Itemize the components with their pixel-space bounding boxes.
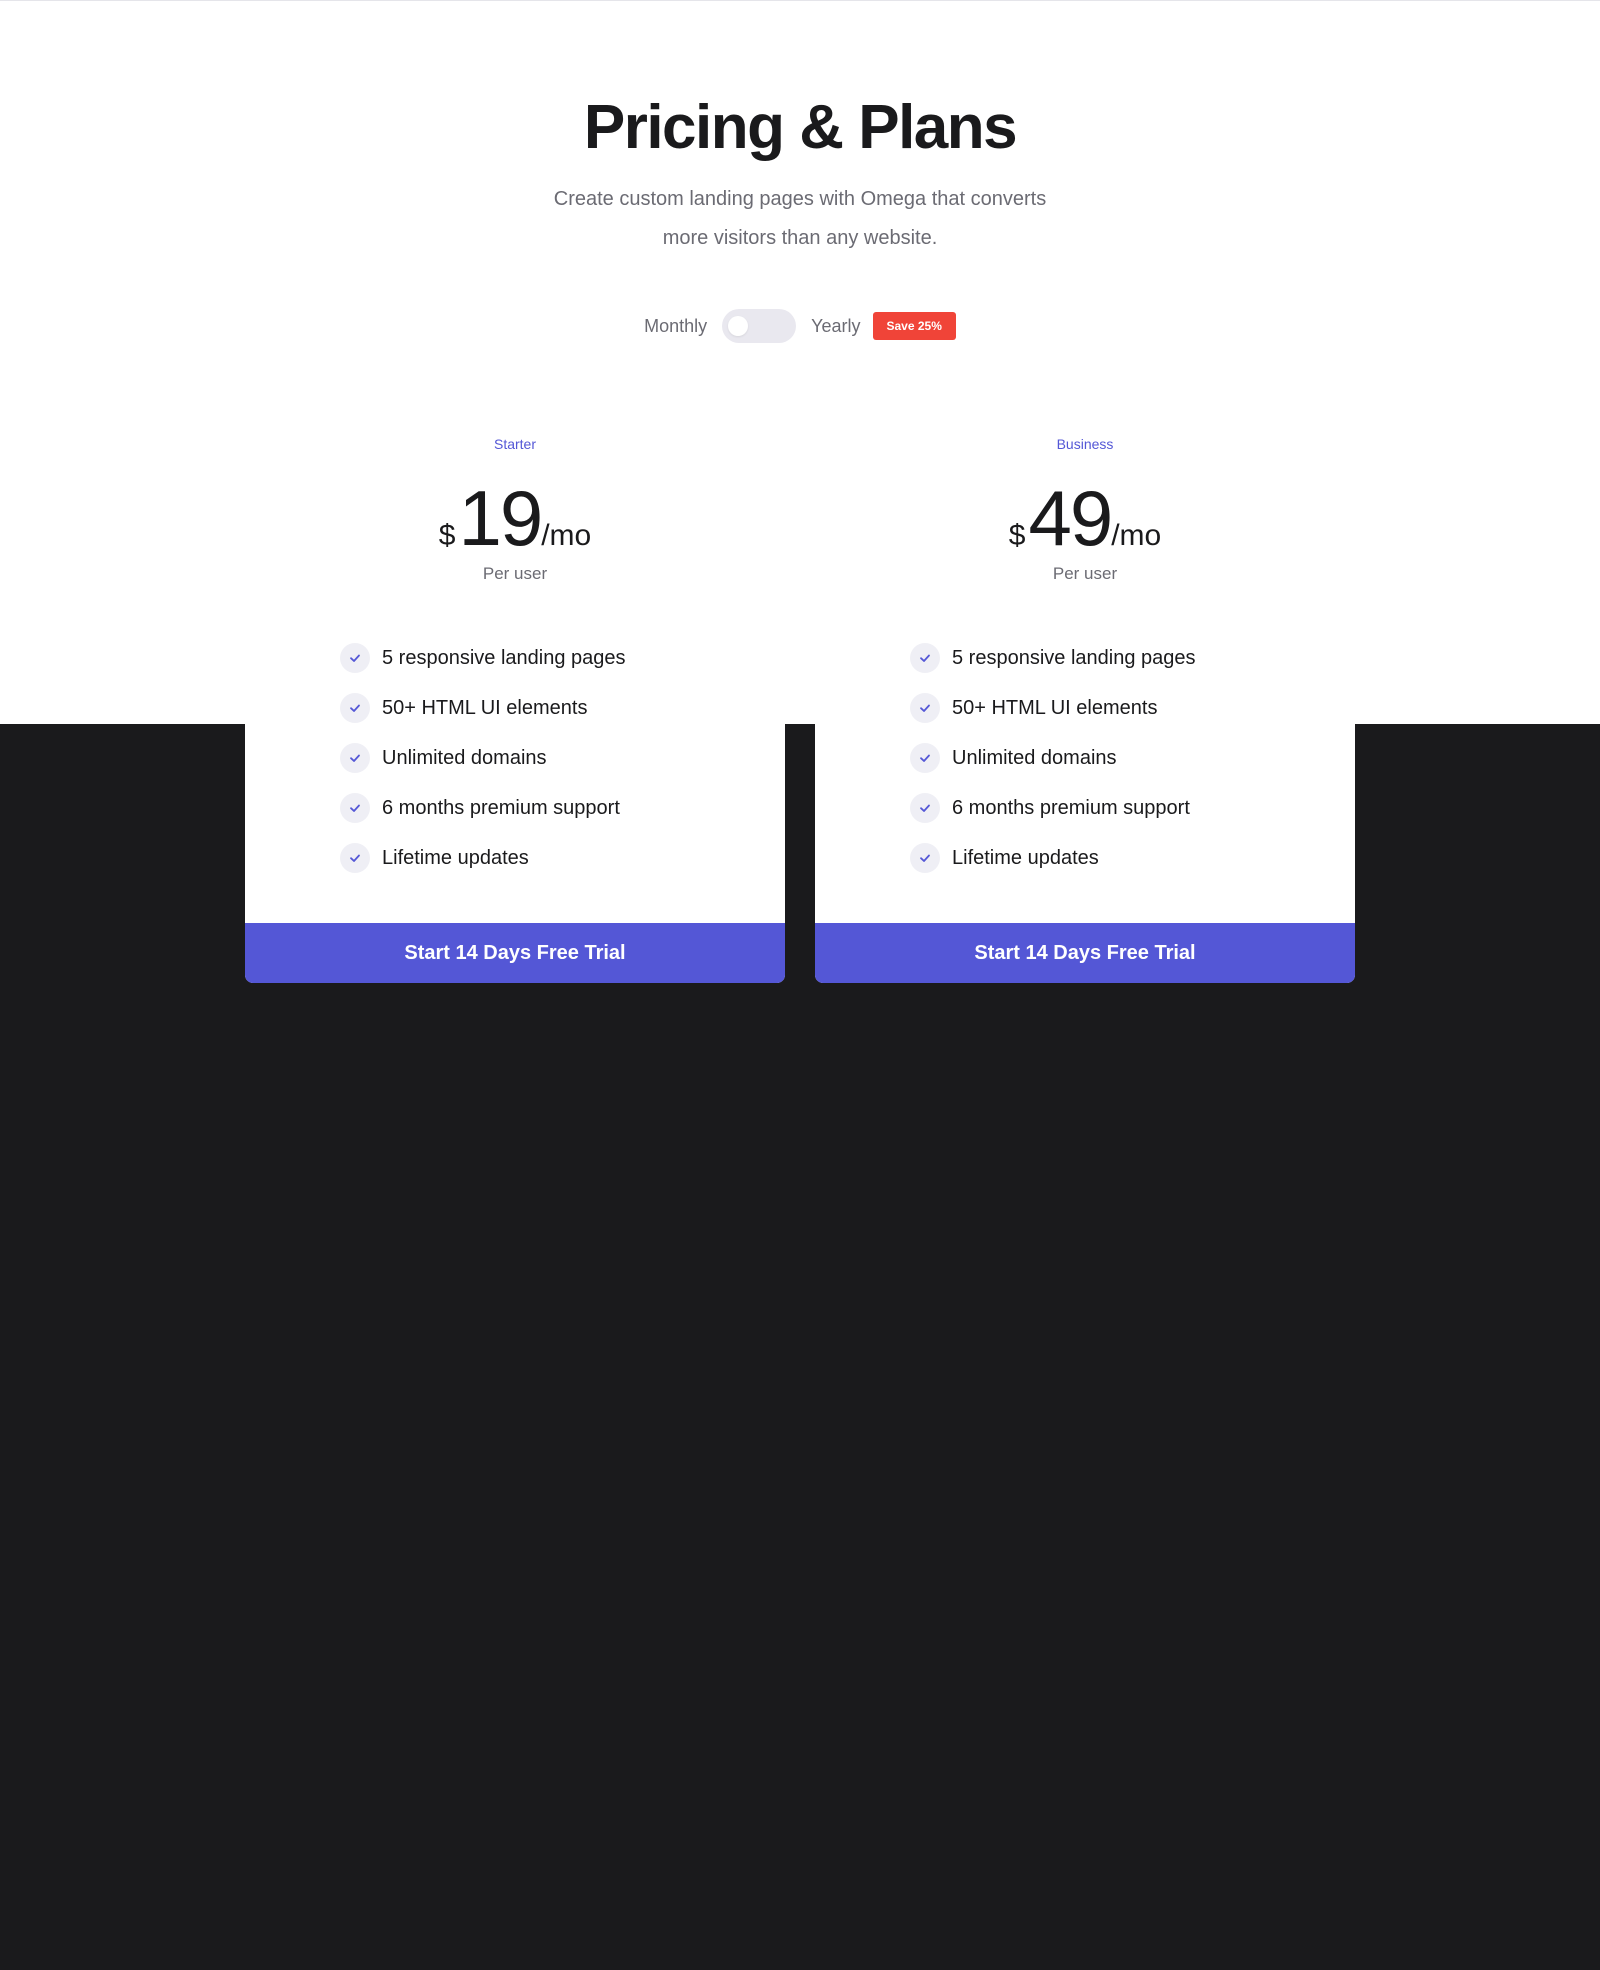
plan-name: Business [1056,436,1114,452]
feature-item: 6 months premium support [910,783,1196,833]
check-icon [910,793,940,823]
feature-text: 50+ HTML UI elements [952,696,1158,719]
price-amount: 49 [1028,474,1113,562]
price-period: /mo [1111,519,1162,552]
plan-card-starter: Starter $ 19 /mo Per user 5 responsive l… [245,428,785,983]
subtitle-line-2: more visitors than any website. [662,227,938,249]
feature-text: 6 months premium support [382,796,620,819]
yearly-label[interactable]: Yearly [811,316,860,337]
check-icon [340,643,370,673]
check-icon [910,843,940,873]
price-amount: 19 [458,474,543,562]
check-icon [340,843,370,873]
feature-text: 5 responsive landing pages [952,646,1196,669]
feature-item: 5 responsive landing pages [910,633,1196,683]
feature-item: Lifetime updates [340,833,626,883]
price-currency: $ [438,519,456,552]
feature-item: Unlimited domains [340,733,626,783]
price: $ 19 /mo [245,478,785,558]
check-icon [910,643,940,673]
billing-toggle: Monthly Yearly Save 25% [0,308,1600,344]
subtitle-line-1: Create custom landing pages with Omega t… [553,188,1047,210]
feature-text: 5 responsive landing pages [382,646,626,669]
feature-item: 50+ HTML UI elements [340,683,626,733]
start-trial-button-business[interactable]: Start 14 Days Free Trial [815,923,1355,983]
billing-period-switch[interactable] [722,309,797,343]
feature-item: Unlimited domains [910,733,1196,783]
check-icon [340,743,370,773]
check-icon [910,693,940,723]
feature-item: 5 responsive landing pages [340,633,626,683]
check-icon [910,743,940,773]
plan-card-business: Business $ 49 /mo Per user 5 responsive … [815,428,1355,983]
price-unit: Per user [482,564,548,583]
feature-list: 5 responsive landing pages 50+ HTML UI e… [910,633,1196,883]
plan-name: Starter [493,436,536,452]
feature-list: 5 responsive landing pages 50+ HTML UI e… [340,633,626,883]
price: $ 49 /mo [815,478,1355,558]
feature-text: Lifetime updates [952,846,1099,869]
monthly-label[interactable]: Monthly [644,316,707,337]
feature-text: 50+ HTML UI elements [382,696,588,719]
price-currency: $ [1008,519,1026,552]
feature-text: Lifetime updates [382,846,529,869]
feature-item: 6 months premium support [340,783,626,833]
feature-text: 6 months premium support [952,796,1190,819]
feature-item: 50+ HTML UI elements [910,683,1196,733]
price-period: /mo [541,519,592,552]
start-trial-button-starter[interactable]: Start 14 Days Free Trial [245,923,785,983]
price-unit: Per user [1052,564,1118,583]
toggle-knob [728,316,749,336]
feature-item: Lifetime updates [910,833,1196,883]
page-subtitle: Create custom landing pages with Omega t… [500,180,1100,258]
page-title: Pricing & Plans [583,93,1018,162]
save-badge: Save 25% [872,312,956,340]
feature-text: Unlimited domains [382,746,547,769]
check-icon [340,793,370,823]
feature-text: Unlimited domains [952,746,1117,769]
check-icon [340,693,370,723]
